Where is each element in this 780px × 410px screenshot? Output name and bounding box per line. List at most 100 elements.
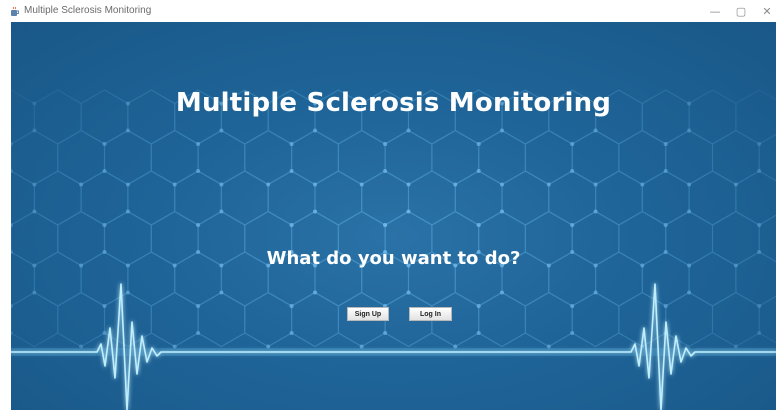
hexagon-node [500, 209, 504, 214]
title-bar: Multiple Sclerosis Monitoring — ▢ ✕ [0, 0, 780, 22]
window-title: Multiple Sclerosis Monitoring [24, 5, 152, 16]
hexagon-node [32, 128, 37, 133]
hexagon-cell [244, 129, 293, 186]
hexagon-node [476, 223, 481, 227]
hexagon-node [687, 209, 692, 214]
hexagon-node [593, 290, 598, 295]
hexagon-node [593, 209, 598, 214]
hexagon-node [196, 304, 201, 308]
hexagon-cell [197, 291, 246, 348]
hexagon-cell [711, 291, 760, 348]
hexagon-node [32, 290, 37, 295]
hexagon-cell [150, 291, 199, 348]
hexagon-node [453, 182, 458, 187]
hexagon-cell [431, 129, 480, 186]
hexagon-cell [57, 129, 106, 186]
java-cup-icon[interactable] [9, 6, 20, 17]
hexagon-node [172, 182, 177, 187]
minimize-icon[interactable]: — [702, 0, 728, 22]
hexagon-node [476, 304, 481, 308]
hexagon-node [383, 142, 388, 146]
hexagon-node [570, 331, 575, 335]
hexagon-node [289, 304, 294, 308]
hexagon-node [406, 182, 411, 187]
hexagon-node [593, 128, 598, 133]
hexagon-node [79, 182, 84, 187]
hexagon-node [289, 223, 294, 227]
hexagon-cell [524, 291, 573, 348]
hexagon-cell [337, 129, 386, 186]
hexagon-node [476, 169, 481, 173]
hexagon-node [570, 142, 575, 146]
hexagon-node [570, 169, 575, 173]
hexagon-node [757, 304, 762, 308]
hexagon-cell [150, 129, 199, 186]
hexagon-node [593, 182, 598, 187]
hexagon-node [406, 128, 411, 133]
window-controls: — ▢ ✕ [702, 0, 780, 22]
close-icon[interactable]: ✕ [754, 0, 780, 22]
hexagon-node [570, 223, 575, 227]
hexagon-node [476, 142, 481, 146]
hexagon-node [102, 223, 107, 227]
hexagon-node [500, 182, 504, 187]
hexagon-node [102, 142, 107, 146]
hexagon-cell [220, 170, 269, 226]
hexagon-node [196, 223, 201, 227]
hexagon-node [32, 209, 37, 214]
hexagon-node [687, 182, 692, 187]
hexagon-node [500, 290, 504, 295]
hexagon-node [289, 142, 294, 146]
hexagon-node [289, 331, 294, 335]
hexagon-node [79, 344, 84, 349]
hexagon-node [102, 304, 107, 308]
hexagon-node [266, 182, 271, 187]
hexagon-node [359, 182, 364, 187]
hexagon-cell [11, 291, 59, 348]
hexagon-cell [758, 295, 776, 344]
hexagon-node [687, 128, 692, 133]
hexagon-cell [407, 170, 456, 226]
hexagon-node [383, 223, 388, 227]
hexagon-cell [688, 170, 737, 226]
hexagon-cell [33, 170, 82, 226]
hexagon-node [406, 209, 411, 214]
hexagon-cell [735, 170, 776, 226]
hexagon-node [289, 169, 294, 173]
hexagon-node [125, 182, 130, 187]
hexagon-cell [127, 170, 176, 226]
log-in-button[interactable]: Log In [409, 307, 452, 321]
hexagon-cell [314, 170, 363, 226]
sign-up-button[interactable]: Sign Up [347, 307, 389, 321]
hexagon-cell [571, 291, 620, 348]
hexagon-node [570, 304, 575, 308]
hexagon-node [663, 142, 668, 146]
hexagon-cell [665, 291, 714, 348]
hexagon-node [733, 344, 738, 349]
hexagon-node [196, 142, 201, 146]
hexagon-node [383, 169, 388, 173]
background-graphic [11, 89, 776, 410]
hexagon-cell [291, 291, 339, 348]
hexagon-cell [524, 129, 573, 186]
hexagon-cell [57, 291, 106, 348]
hexagon-node [102, 169, 107, 173]
hexagon-cell [711, 129, 760, 186]
hexagon-node [687, 290, 692, 295]
maximize-icon[interactable]: ▢ [728, 0, 754, 22]
hexagon-cell [548, 170, 597, 226]
hexagon-node [32, 182, 37, 187]
hexagon-cell [478, 129, 526, 186]
hexagon-node [733, 182, 738, 187]
hexagon-cell [11, 129, 59, 186]
hexagon-node [219, 128, 224, 133]
hexagon-node [546, 182, 551, 187]
hexagon-node [663, 169, 668, 173]
hexagon-node [663, 223, 668, 227]
hexagon-node [125, 209, 130, 214]
hexagon-node [663, 304, 668, 308]
hexagon-node [313, 290, 317, 295]
hexagon-node [757, 169, 762, 173]
hexagon-node [476, 331, 481, 335]
hexagon-node [313, 128, 317, 133]
